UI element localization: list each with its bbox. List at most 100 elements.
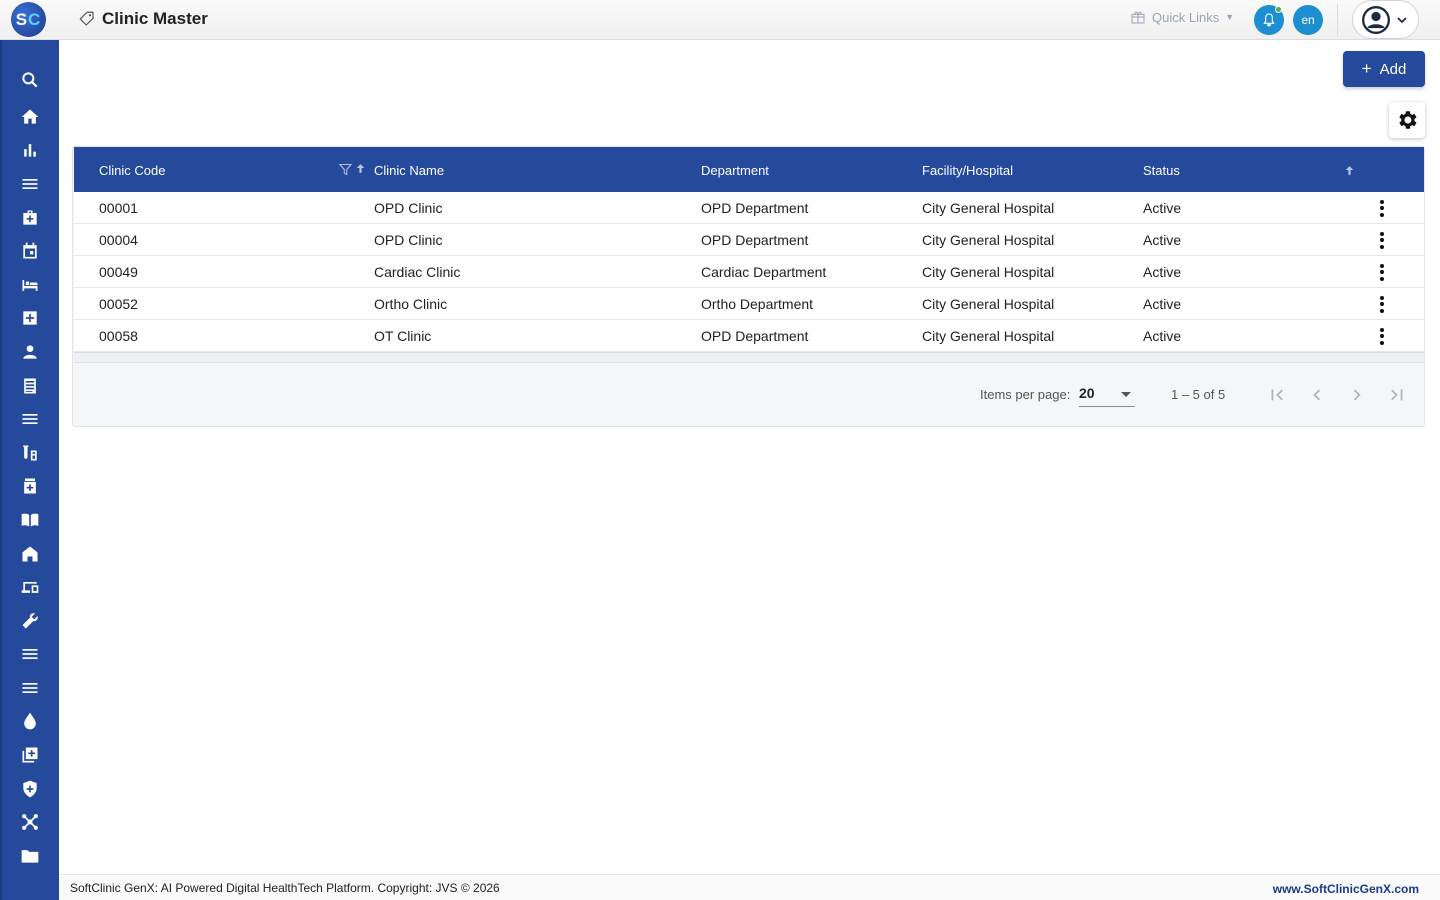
filter-icon[interactable] bbox=[338, 162, 353, 180]
sidebar-item-network[interactable] bbox=[18, 810, 42, 834]
quick-links-menu[interactable]: Quick Links ▼ bbox=[1130, 9, 1234, 25]
sidebar-item-reports[interactable] bbox=[18, 138, 42, 162]
menu-icon bbox=[22, 414, 38, 424]
pharmacy-icon bbox=[24, 478, 36, 494]
cell-facility: City General Hospital bbox=[922, 264, 1055, 280]
medical-bag-icon bbox=[23, 210, 37, 225]
sidebar-item-medical[interactable] bbox=[18, 306, 42, 330]
bar-chart-icon bbox=[24, 144, 36, 157]
table-header: Clinic Code Clinic Name Department Facil… bbox=[74, 147, 1424, 192]
plus-icon: + bbox=[1361, 59, 1372, 78]
sidebar-item-documents[interactable] bbox=[18, 844, 42, 868]
cell-clinic-name: OPD Clinic bbox=[374, 200, 443, 216]
sidebar-item-facility[interactable] bbox=[18, 542, 42, 566]
sidebar-item-pharmacy[interactable] bbox=[18, 474, 42, 498]
sidebar-item-insurance[interactable] bbox=[18, 777, 42, 801]
avatar-icon bbox=[1361, 5, 1390, 34]
bell-icon bbox=[1263, 13, 1275, 27]
sidebar bbox=[0, 40, 59, 900]
sidebar-item-devices[interactable] bbox=[18, 575, 42, 599]
table-row[interactable]: 00001 OPD Clinic OPD Department City Gen… bbox=[74, 192, 1424, 224]
cell-clinic-code: 00049 bbox=[99, 264, 138, 280]
cell-department: Cardiac Department bbox=[701, 264, 827, 280]
menu-icon bbox=[22, 649, 38, 659]
sort-arrow-up-icon[interactable] bbox=[1343, 164, 1356, 180]
sidebar-item-list[interactable] bbox=[18, 374, 42, 398]
sidebar-item-patients[interactable] bbox=[18, 340, 42, 364]
table-row[interactable]: 00052 Ortho Clinic Ortho Department City… bbox=[74, 288, 1424, 320]
column-header-department[interactable]: Department bbox=[701, 163, 769, 178]
last-page-button[interactable] bbox=[1383, 381, 1411, 409]
cell-facility: City General Hospital bbox=[922, 232, 1055, 248]
sidebar-item-blood-bank[interactable] bbox=[18, 709, 42, 733]
row-actions-icon[interactable] bbox=[1372, 230, 1392, 250]
gift-icon bbox=[1131, 11, 1145, 24]
cell-department: OPD Department bbox=[701, 200, 809, 216]
search-icon bbox=[22, 72, 38, 88]
sidebar-item-home[interactable] bbox=[18, 105, 42, 129]
page-title: Clinic Master bbox=[78, 9, 208, 29]
page-range-label: 1 – 5 of 5 bbox=[1171, 387, 1226, 402]
sidebar-item-medical-bag[interactable] bbox=[18, 206, 42, 230]
home-icon bbox=[21, 109, 39, 124]
next-page-button[interactable] bbox=[1343, 381, 1371, 409]
column-header-status[interactable]: Status bbox=[1143, 163, 1180, 178]
row-actions-icon[interactable] bbox=[1372, 262, 1392, 282]
chevron-left-icon bbox=[1313, 389, 1321, 401]
medical-plus-icon bbox=[23, 311, 37, 325]
footer: SoftClinic GenX: AI Powered Digital Heal… bbox=[59, 874, 1440, 900]
sidebar-item-menu-4[interactable] bbox=[18, 676, 42, 700]
sidebar-item-menu-3[interactable] bbox=[18, 642, 42, 666]
cell-facility: City General Hospital bbox=[922, 296, 1055, 312]
sort-arrow-up-icon[interactable] bbox=[354, 162, 367, 178]
list-icon bbox=[24, 378, 36, 394]
sidebar-item-add[interactable] bbox=[18, 743, 42, 767]
calendar-icon bbox=[23, 242, 37, 259]
previous-page-button[interactable] bbox=[1303, 381, 1331, 409]
table-settings-button[interactable] bbox=[1389, 102, 1425, 138]
sidebar-item-tools[interactable] bbox=[18, 609, 42, 633]
sidebar-item-beds[interactable] bbox=[18, 273, 42, 297]
row-actions-icon[interactable] bbox=[1372, 198, 1392, 218]
cell-clinic-name: Ortho Clinic bbox=[374, 296, 448, 312]
cell-clinic-name: OPD Clinic bbox=[374, 232, 443, 248]
sidebar-item-menu-1[interactable] bbox=[18, 172, 42, 196]
app-logo[interactable]: SC bbox=[11, 2, 46, 37]
cell-clinic-code: 00058 bbox=[99, 328, 138, 344]
sidebar-item-calendar[interactable] bbox=[18, 239, 42, 263]
row-actions-icon[interactable] bbox=[1372, 326, 1392, 346]
table-row[interactable]: 00004 OPD Clinic OPD Department City Gen… bbox=[74, 224, 1424, 256]
horizontal-scrollbar[interactable] bbox=[74, 353, 1424, 363]
building-icon bbox=[22, 546, 38, 562]
sidebar-item-search[interactable] bbox=[18, 68, 42, 92]
cell-facility: City General Hospital bbox=[922, 200, 1055, 216]
add-button[interactable]: + Add bbox=[1343, 51, 1425, 87]
items-per-page-value: 20 bbox=[1079, 385, 1095, 401]
page-title-text: Clinic Master bbox=[102, 9, 208, 28]
column-header-clinic-code[interactable]: Clinic Code bbox=[99, 163, 165, 178]
gear-icon bbox=[1399, 111, 1417, 129]
column-header-clinic-name[interactable]: Clinic Name bbox=[374, 163, 444, 178]
dropdown-arrow-icon bbox=[1121, 392, 1131, 397]
quick-links-label: Quick Links bbox=[1152, 9, 1220, 25]
chevron-right-icon bbox=[1353, 389, 1361, 401]
items-per-page-label: Items per page: bbox=[980, 387, 1071, 402]
sidebar-item-library[interactable] bbox=[18, 508, 42, 532]
sidebar-item-menu-2[interactable] bbox=[18, 407, 42, 431]
items-per-page-select[interactable]: 20 bbox=[1079, 381, 1135, 407]
website-link[interactable]: www.SoftClinicGenX.com bbox=[1273, 882, 1419, 896]
lab-icon bbox=[23, 445, 37, 461]
sidebar-item-lab[interactable] bbox=[18, 441, 42, 465]
network-icon bbox=[22, 814, 38, 830]
row-actions-icon[interactable] bbox=[1372, 294, 1392, 314]
language-button[interactable]: en bbox=[1293, 5, 1323, 35]
cell-status: Active bbox=[1143, 264, 1182, 280]
header-divider bbox=[1337, 4, 1338, 36]
table-row[interactable]: 00058 OT Clinic OPD Department City Gene… bbox=[74, 320, 1424, 352]
notifications-button[interactable] bbox=[1254, 5, 1284, 35]
table-row[interactable]: 00049 Cardiac Clinic Cardiac Department … bbox=[74, 256, 1424, 288]
cell-clinic-code: 00001 bbox=[99, 200, 138, 216]
first-page-button[interactable] bbox=[1263, 381, 1291, 409]
profile-menu-button[interactable] bbox=[1352, 0, 1419, 39]
column-header-facility[interactable]: Facility/Hospital bbox=[922, 163, 1013, 178]
